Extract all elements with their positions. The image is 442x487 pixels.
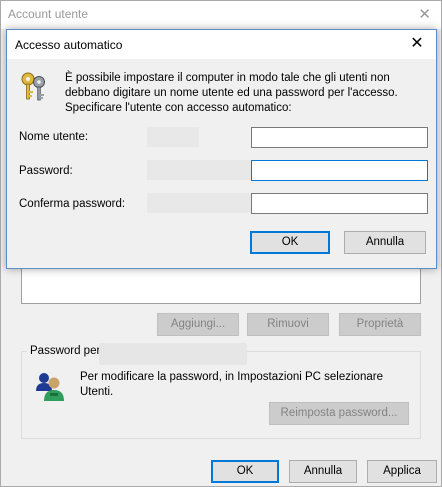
dialog-title: Accesso automatico — [15, 38, 123, 52]
dialog-title-bar: Accesso automatico ✕ — [7, 30, 436, 59]
parent-cancel-button[interactable]: Annulla — [289, 460, 357, 483]
properties-button[interactable]: Proprietà — [339, 313, 421, 336]
confirm-password-input[interactable] — [252, 194, 427, 213]
username-label: Nome utente: — [19, 131, 89, 143]
parent-window-title: Account utente — [8, 7, 89, 21]
dialog-ok-button[interactable]: OK — [250, 231, 330, 254]
confirm-password-field[interactable] — [251, 193, 428, 214]
password-group-legend: Password per — [27, 345, 105, 357]
username-field[interactable] — [251, 127, 428, 148]
auto-logon-info-text: È possibile impostare il computer in mod… — [65, 72, 398, 114]
dialog-close-icon[interactable]: ✕ — [406, 34, 428, 56]
blurred-confirm-area — [147, 193, 251, 213]
password-label: Password: — [19, 165, 73, 177]
users-icon — [36, 373, 64, 401]
remove-button[interactable]: Rimuovi — [247, 313, 329, 336]
parent-ok-button[interactable]: OK — [211, 460, 279, 483]
reset-password-button[interactable]: Reimposta password... — [269, 402, 409, 425]
confirm-password-label: Conferma password: — [19, 198, 126, 210]
blurred-username-prefill — [147, 127, 199, 147]
user-list[interactable] — [21, 263, 421, 304]
apply-button[interactable]: Applica — [367, 460, 437, 483]
dialog-cancel-button[interactable]: Annulla — [344, 231, 426, 254]
password-field[interactable] — [251, 160, 428, 181]
username-input[interactable] — [252, 128, 427, 147]
parent-close-icon[interactable]: ✕ — [418, 5, 431, 23]
auto-logon-dialog: Accesso automatico ✕ È possibile imposta… — [6, 29, 437, 269]
password-group-text: Per modificare la password, in Impostazi… — [80, 371, 383, 398]
blurred-password-area — [147, 160, 251, 180]
blurred-username — [99, 343, 247, 365]
parent-title-bar: Account utente ✕ — [1, 1, 441, 29]
keys-icon — [21, 72, 45, 101]
add-button[interactable]: Aggiungi... — [157, 313, 239, 336]
password-input[interactable] — [252, 161, 427, 180]
